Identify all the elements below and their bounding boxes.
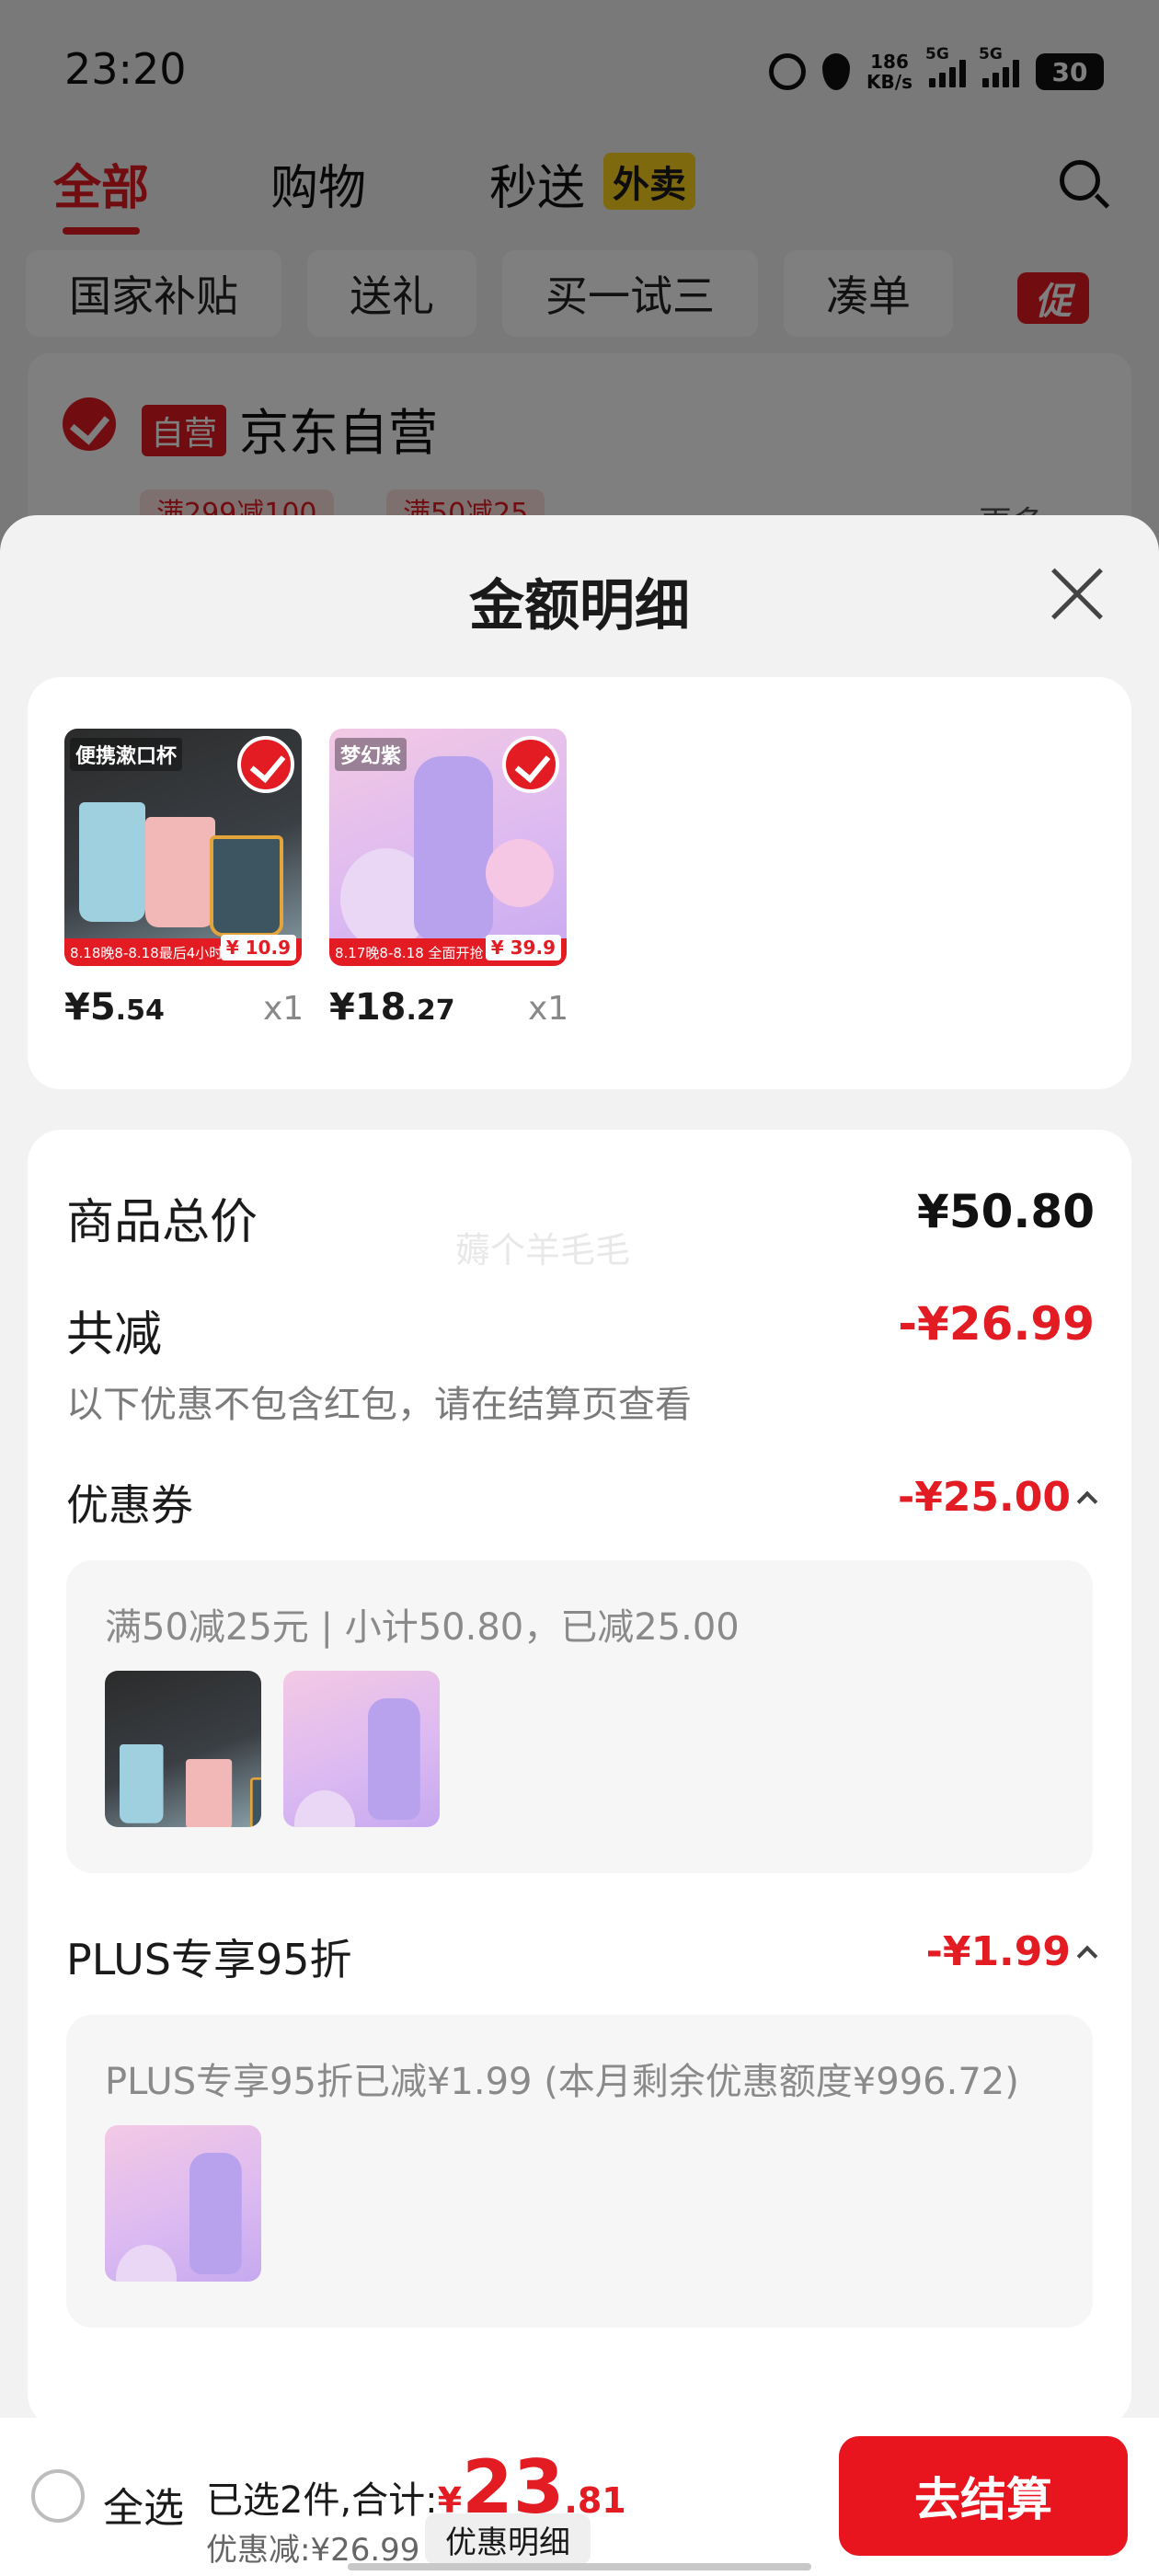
- total-price-label: 商品总价: [66, 1195, 258, 1250]
- selected-products-card: 便携漱口杯 8.18晚8-8.18最后4小时 ¥ 10.9 ¥5.54 x1 梦…: [28, 677, 1131, 1089]
- reduction-note: 以下优惠不包含红包，请在结算页查看: [66, 1384, 692, 1426]
- sheet-title: 金额明细: [469, 574, 690, 638]
- amount-detail-sheet: 金额明细 便携漱口杯 8.18晚8-8.18最后4小时 ¥ 10.9 ¥5.54…: [0, 515, 1159, 2576]
- checkout-button[interactable]: 去结算: [839, 2436, 1128, 2556]
- plus-discount-toggle[interactable]: -¥1.99: [925, 1928, 1098, 1975]
- plus-product-thumbnail: [105, 2125, 261, 2282]
- selected-check-icon[interactable]: [502, 736, 559, 793]
- product-thumbnail: 梦幻紫 8.17晚8-8.18 全面开抢 ¥ 39.9: [329, 729, 567, 966]
- price-breakdown-card: 薅个羊毛毛 商品总价 ¥50.80 共减 -¥26.99 以下优惠不包含红包，请…: [28, 1130, 1131, 2427]
- close-icon[interactable]: [1049, 567, 1104, 622]
- selected-check-icon[interactable]: [237, 736, 294, 793]
- summary-prefix: 已选2件,合计:: [206, 2479, 438, 2522]
- product-thumbnail: 便携漱口杯 8.18晚8-8.18最后4小时 ¥ 10.9: [64, 729, 302, 966]
- coupon-toggle[interactable]: -¥25.00: [897, 1474, 1098, 1521]
- coupon-label: 优惠券: [66, 1480, 193, 1530]
- product-qty: x1: [263, 990, 304, 1028]
- thumb-tag: 便携漱口杯: [70, 738, 183, 771]
- checkout-bar: 全选 已选2件,合计: ¥ 23 .81 优惠减:¥26.99 优惠明细 去结算: [0, 2418, 1159, 2576]
- total-reduction-amount: -¥26.99: [898, 1297, 1095, 1351]
- coupon-detail-box: 满50减25元 | 小计50.80，已减25.00: [66, 1560, 1093, 1873]
- plus-discount-amount: -¥1.99: [925, 1928, 1071, 1975]
- chevron-up-icon: [1076, 1490, 1098, 1512]
- total-price-amount: ¥50.80: [917, 1185, 1095, 1238]
- coupon-product-thumbnail: [105, 1671, 261, 1827]
- total-reduction-label: 共减: [66, 1307, 163, 1363]
- coupon-detail-text: 满50减25元 | 小计50.80，已减25.00: [105, 1606, 740, 1649]
- plus-detail-text: PLUS专享95折已减¥1.99 (本月剩余优惠额度¥996.72): [105, 2061, 1019, 2103]
- product-price: ¥18.27: [329, 986, 455, 1029]
- select-all-checkbox[interactable]: [31, 2469, 85, 2523]
- thumb-tag: 梦幻紫: [335, 738, 407, 771]
- chevron-up-icon: [1076, 1945, 1098, 1966]
- select-all-label[interactable]: 全选: [103, 2475, 184, 2534]
- plus-detail-box: PLUS专享95折已减¥1.99 (本月剩余优惠额度¥996.72): [66, 2015, 1093, 2328]
- thumb-price: ¥ 10.9: [220, 935, 296, 960]
- thumb-price: ¥ 39.9: [485, 935, 561, 960]
- product-price: ¥5.54: [64, 986, 165, 1029]
- product-item[interactable]: 梦幻紫 8.17晚8-8.18 全面开抢 ¥ 39.9 ¥18.27 x1: [329, 729, 605, 1029]
- product-item[interactable]: 便携漱口杯 8.18晚8-8.18最后4小时 ¥ 10.9 ¥5.54 x1: [64, 729, 340, 1029]
- plus-discount-label: PLUS专享95折: [66, 1935, 352, 1984]
- product-qty: x1: [528, 990, 569, 1028]
- coupon-amount: -¥25.00: [897, 1474, 1071, 1521]
- discount-detail-button[interactable]: 优惠明细: [425, 2513, 591, 2565]
- coupon-product-thumbnail: [283, 1671, 440, 1827]
- home-indicator: [348, 2563, 811, 2570]
- watermark: 薅个羊毛毛: [455, 1230, 631, 1271]
